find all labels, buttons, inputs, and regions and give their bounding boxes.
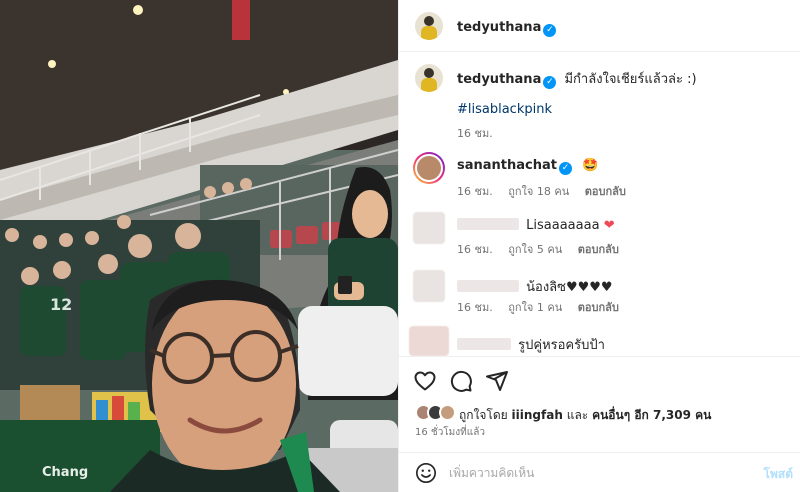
red-heart-emoji: ❤	[603, 218, 615, 233]
comment-meta: 16 ชม. ถูกใจ 18 คน ตอบกลับ	[457, 182, 638, 200]
caption-text: มีกำลังใจเชียร์แล้วล่ะ :)	[564, 72, 697, 87]
post-timestamp[interactable]: 16 ชั่วโมงที่แล้ว	[415, 425, 485, 440]
comment-line: sananthachat ✓ 🤩	[457, 158, 598, 175]
comment-item: Lisaaaaaaa ❤ 16 ชม. ถูกใจ 5 คน ตอบกลับ	[399, 212, 800, 258]
comment-text: รูปคู่หรอครับป้า	[518, 338, 605, 353]
commenter-avatar-blurred[interactable]	[409, 326, 449, 356]
blurred-username[interactable]	[457, 218, 519, 230]
comment-time: 16 ชม.	[457, 301, 493, 314]
commenter-avatar[interactable]	[413, 152, 445, 184]
caption-owner-avatar[interactable]	[415, 64, 443, 92]
comment-likes[interactable]: ถูกใจ 1 คน	[508, 301, 562, 314]
smiley-face-icon[interactable]	[415, 462, 437, 484]
comment-text: 🤩	[582, 158, 599, 173]
svg-text:Chang: Chang	[42, 465, 88, 480]
reply-button[interactable]: ตอบกลับ	[585, 185, 626, 198]
likes-middle: และ	[566, 408, 589, 422]
post-comment-button[interactable]: โพสต์	[764, 465, 793, 484]
post-photo[interactable]: 12 Chang	[0, 0, 398, 492]
comment-likes[interactable]: ถูกใจ 18 คน	[508, 185, 569, 198]
heart-outline-icon[interactable]	[413, 369, 437, 393]
blurred-username[interactable]	[457, 280, 519, 292]
verified-badge-icon: ✓	[543, 24, 557, 37]
caption-time: 16 ชม.	[457, 127, 493, 140]
reply-button[interactable]: ตอบกลับ	[578, 243, 619, 256]
caption-line: tedyuthana ✓ มีกำลังใจเชียร์แล้วล่ะ :)	[457, 68, 697, 89]
owner-avatar[interactable]	[415, 12, 443, 40]
comment-item: sananthachat ✓ 🤩 16 ชม. ถูกใจ 18 คน ตอบกล…	[399, 152, 800, 198]
comment-text: Lisaaaaaaa	[526, 218, 600, 233]
verified-badge-icon: ✓	[543, 76, 557, 89]
comment-line: รูปคู่หรอครับป้า	[457, 334, 605, 355]
caption-username[interactable]: tedyuthana	[457, 72, 541, 87]
comment-text: น้องลิซ♥♥♥♥	[526, 280, 613, 295]
commenter-avatar-blurred[interactable]	[413, 212, 445, 244]
likes-prefix: ถูกใจโดย	[459, 408, 508, 422]
commenter-avatar-blurred[interactable]	[413, 270, 445, 302]
comment-input[interactable]	[449, 463, 749, 483]
comments-list[interactable]: tedyuthana ✓ มีกำลังใจเชียร์แล้วล่ะ :) #l…	[399, 52, 800, 356]
hashtag-link[interactable]: #lisablackpink	[457, 102, 552, 117]
comment-line: Lisaaaaaaa ❤	[457, 218, 615, 233]
post-header: tedyuthana ✓	[399, 0, 800, 52]
liker-avatar[interactable]	[439, 404, 456, 421]
comment-meta: 16 ชม. ถูกใจ 1 คน ตอบกลับ	[457, 298, 631, 316]
paper-plane-icon[interactable]	[485, 369, 509, 393]
add-comment-bar: โพสต์	[399, 452, 800, 492]
owner-username[interactable]: tedyuthana	[457, 20, 541, 35]
stadium-selfie-image: 12 Chang	[0, 0, 398, 492]
likes-summary: ถูกใจโดย iiingfah และ คนอื่นๆ อีก 7,309 …	[415, 404, 795, 424]
owner-name-group: tedyuthana ✓	[457, 16, 557, 37]
verified-badge-icon: ✓	[558, 162, 572, 175]
svg-text:12: 12	[50, 295, 72, 314]
likes-others-link[interactable]: คนอื่นๆ อีก 7,309 คน	[592, 408, 711, 422]
reply-button[interactable]: ตอบกลับ	[578, 301, 619, 314]
caption-meta: 16 ชม.	[457, 124, 505, 142]
comment-item: รูปคู่หรอครับป้า	[399, 326, 800, 356]
comment-username[interactable]: sananthachat	[457, 158, 557, 173]
comment-bubble-icon[interactable]	[449, 369, 473, 393]
action-bar	[399, 356, 800, 406]
comment-time: 16 ชม.	[457, 185, 493, 198]
post-side-panel: tedyuthana ✓ tedyuthana ✓ มีกำลังใจเชียร์แ…	[398, 0, 800, 492]
comment-item: น้องลิซ♥♥♥♥ 16 ชม. ถูกใจ 1 คน ตอบกลับ	[399, 270, 800, 316]
likes-text: ถูกใจโดย iiingfah และ คนอื่นๆ อีก 7,309 …	[459, 406, 711, 425]
blurred-username[interactable]	[457, 338, 511, 350]
comment-likes[interactable]: ถูกใจ 5 คน	[508, 243, 562, 256]
comment-time: 16 ชม.	[457, 243, 493, 256]
comment-meta: 16 ชม. ถูกใจ 5 คน ตอบกลับ	[457, 240, 631, 258]
liker-username[interactable]: iiingfah	[512, 408, 563, 422]
comment-line: น้องลิซ♥♥♥♥	[457, 276, 613, 297]
caption-item: tedyuthana ✓ มีกำลังใจเชียร์แล้วล่ะ :) #l…	[399, 64, 800, 144]
